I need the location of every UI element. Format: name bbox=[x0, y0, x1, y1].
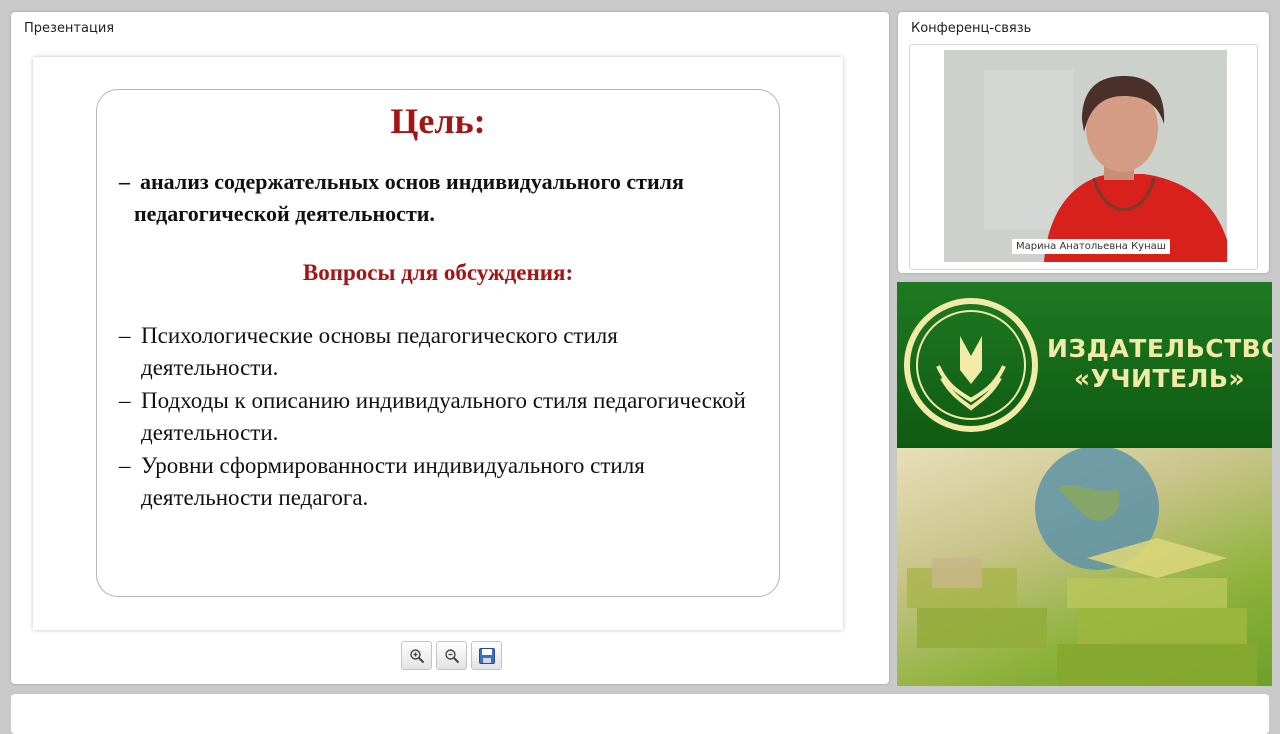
dash-marker: – bbox=[119, 323, 131, 348]
zoom-in-button[interactable] bbox=[401, 641, 432, 670]
participant-name-tag: Марина Анатольевна Кунаш bbox=[1012, 239, 1170, 254]
presentation-panel: Презентация Цель: – анализ содержательны… bbox=[11, 12, 889, 684]
bottom-panel bbox=[11, 694, 1269, 734]
presentation-toolbar bbox=[401, 641, 502, 670]
slide-goal-text: – анализ содержательных основ индивидуал… bbox=[119, 166, 774, 230]
slide: Цель: – анализ содержательных основ инди… bbox=[33, 57, 843, 630]
questions-list: – Психологические основы педагогического… bbox=[119, 320, 759, 515]
publisher-name-line1: ИЗДАТЕЛЬСТВО bbox=[1047, 334, 1272, 363]
video-frame: Марина Анатольевна Кунаш bbox=[909, 44, 1258, 270]
list-item: – Психологические основы педагогического… bbox=[119, 320, 759, 384]
zoom-out-icon bbox=[444, 648, 459, 663]
zoom-in-icon bbox=[409, 648, 424, 663]
save-icon bbox=[478, 647, 495, 664]
participant-video[interactable]: Марина Анатольевна Кунаш bbox=[944, 50, 1227, 262]
publisher-banner: ИЗДАТЕЛЬСТВО «УЧИТЕЛЬ» bbox=[897, 282, 1272, 686]
slide-content-box: Цель: – анализ содержательных основ инди… bbox=[96, 89, 780, 597]
publisher-logo-icon bbox=[904, 298, 1038, 432]
conference-panel: Конференц-связь Марина Анатольевна Кунаш bbox=[898, 12, 1269, 273]
dash-marker: – bbox=[119, 453, 131, 478]
save-button[interactable] bbox=[471, 641, 502, 670]
question-text: Подходы к описанию индивидуального стиля… bbox=[141, 388, 746, 445]
slide-questions-title: Вопросы для обсуждения: bbox=[302, 260, 574, 285]
list-item: – Уровни сформированности индивидуальног… bbox=[119, 450, 759, 514]
goal-text-content: анализ содержательных основ индивидуальн… bbox=[134, 169, 684, 226]
participant-silhouette bbox=[944, 50, 1227, 262]
dash-marker: – bbox=[119, 169, 130, 194]
question-text: Уровни сформированности индивидуального … bbox=[141, 453, 645, 510]
books-globe-illustration bbox=[907, 446, 1257, 686]
publisher-name: ИЗДАТЕЛЬСТВО «УЧИТЕЛЬ» bbox=[1047, 334, 1272, 394]
slide-goal-title: Цель: bbox=[390, 101, 486, 141]
presentation-title: Презентация bbox=[24, 21, 115, 36]
publisher-name-line2: «УЧИТЕЛЬ» bbox=[1073, 364, 1246, 393]
banner-header: ИЗДАТЕЛЬСТВО «УЧИТЕЛЬ» bbox=[897, 282, 1272, 448]
question-text: Психологические основы педагогического с… bbox=[141, 323, 618, 380]
list-item: – Подходы к описанию индивидуального сти… bbox=[119, 385, 759, 449]
conference-title: Конференц-связь bbox=[911, 21, 1032, 36]
dash-marker: – bbox=[119, 388, 131, 413]
zoom-out-button[interactable] bbox=[436, 641, 467, 670]
banner-image bbox=[897, 446, 1272, 686]
